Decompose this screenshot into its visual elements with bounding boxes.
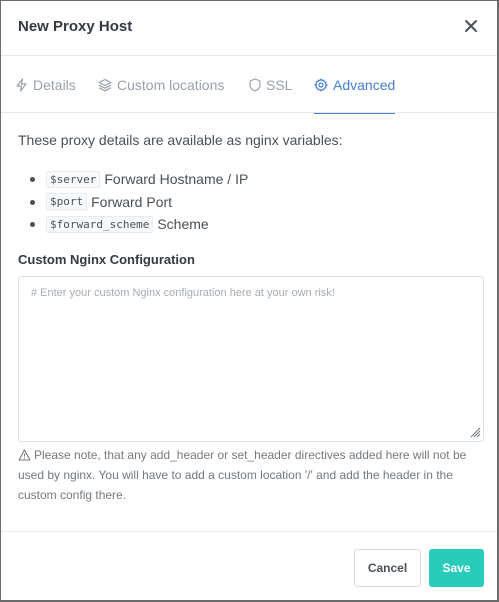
nginx-variables-list: $server Forward Hostname / IP $port Forw… (29, 168, 249, 236)
shield-icon (249, 78, 261, 92)
variable-code: $server (46, 170, 101, 188)
layers-icon (98, 78, 112, 92)
variables-intro: These proxy details are available as ngi… (18, 132, 343, 148)
tab-ssl-label: SSL (266, 77, 293, 93)
close-button[interactable] (463, 18, 479, 34)
tab-details-label: Details (33, 77, 76, 93)
list-item: $forward_scheme Scheme (29, 213, 248, 236)
variable-description: Scheme (157, 216, 209, 233)
resize-handle-icon[interactable] (469, 426, 481, 438)
close-icon (465, 20, 477, 32)
tab-custom-locations-label: Custom locations (117, 77, 225, 93)
variable-code: $port (46, 193, 88, 211)
tab-advanced-label: Advanced (333, 77, 396, 93)
cancel-button[interactable]: Cancel (354, 549, 421, 587)
warning-icon (18, 449, 31, 461)
custom-nginx-config-label: Custom Nginx Configuration (18, 252, 195, 267)
save-button[interactable]: Save (429, 549, 484, 587)
variable-description: Forward Hostname / IP (104, 171, 249, 188)
list-item: $port Forward Port (29, 191, 248, 214)
variable-description: Forward Port (91, 193, 173, 210)
note-text: Please note, that any add_header or set_… (18, 448, 467, 502)
header-directive-note: Please note, that any add_header or set_… (18, 445, 484, 505)
tab-advanced[interactable]: Advanced (314, 57, 396, 114)
new-proxy-host-modal: New Proxy Host Details Custom locations (0, 0, 499, 602)
tab-custom-locations[interactable]: Custom locations (98, 57, 224, 113)
tab-details[interactable]: Details (15, 57, 76, 113)
list-item: $server Forward Hostname / IP (29, 168, 249, 191)
bolt-icon (16, 78, 27, 92)
tab-bar: Details Custom locations SSL Advanced (1, 57, 497, 114)
gear-icon (314, 78, 328, 92)
variable-code: $forward_scheme (46, 215, 154, 233)
tab-ssl[interactable]: SSL (249, 57, 292, 113)
modal-header: New Proxy Host (1, 1, 497, 56)
modal-title: New Proxy Host (18, 18, 133, 35)
modal-footer: Cancel Save (1, 531, 497, 602)
custom-nginx-config-textarea[interactable] (18, 276, 484, 442)
